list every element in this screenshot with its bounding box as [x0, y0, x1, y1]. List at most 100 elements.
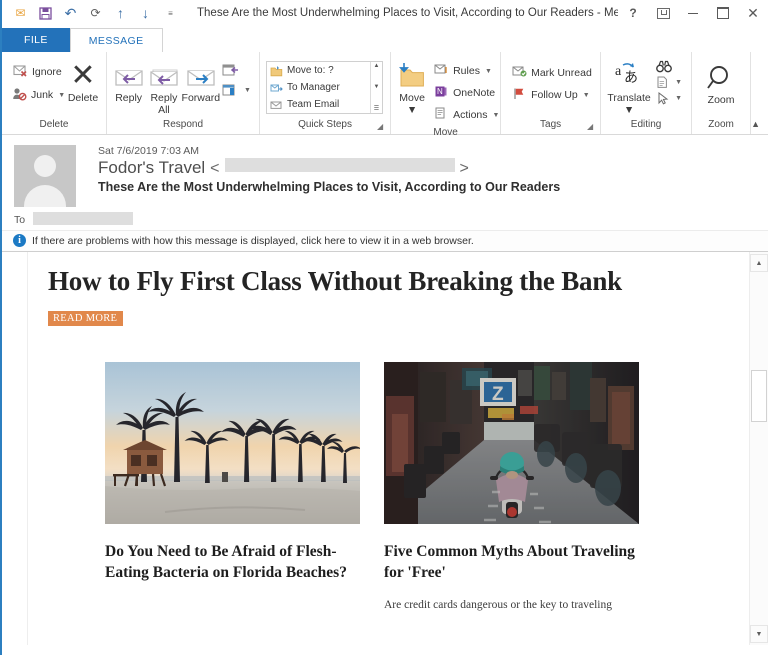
more-icon[interactable]: ☰ — [374, 105, 379, 112]
more-respond-icon[interactable]: ▼ — [220, 83, 253, 97]
message-body: How to Fly First Class Without Breaking … — [27, 252, 750, 645]
customize-qat-icon[interactable]: ≡ — [158, 2, 183, 24]
ribbon-tabs: FILE MESSAGE — [2, 26, 768, 52]
recipient-row: To — [2, 207, 768, 230]
translate-button[interactable]: aあ Translate ▼ — [604, 58, 654, 116]
help-button[interactable]: ? — [618, 1, 648, 25]
document-select-icon[interactable]: ▼ — [654, 76, 684, 89]
chevron-down-icon[interactable]: ▼ — [58, 89, 65, 102]
maximize-button[interactable] — [708, 1, 738, 25]
redo-icon[interactable]: ⟳ — [83, 2, 108, 24]
scroll-down-icon[interactable]: ▼ — [374, 84, 380, 90]
chevron-down-icon[interactable]: ▼ — [675, 76, 682, 89]
article-title[interactable]: Do You Need to Be Afraid of Flesh-Eating… — [105, 542, 360, 584]
reading-pane-scrollbar[interactable]: ▲ ▼ — [749, 252, 768, 645]
reply-label: Reply — [115, 92, 143, 104]
chevron-down-icon[interactable]: ▼ — [407, 104, 417, 116]
newsletter: How to Fly First Class Without Breaking … — [28, 252, 749, 614]
actions-button[interactable]: Actions ▼ — [429, 105, 503, 125]
ignore-icon — [12, 64, 28, 81]
quick-step-move-to[interactable]: Move to: ? — [267, 62, 382, 79]
chevron-down-icon[interactable]: ▼ — [485, 65, 492, 78]
move-button[interactable]: Move ▼ — [395, 58, 429, 116]
undo-icon[interactable]: ↶ — [58, 2, 83, 24]
angle-open: < — [210, 160, 220, 177]
chevron-down-icon[interactable]: ▼ — [583, 89, 590, 102]
reply-all-label: Reply All — [150, 92, 178, 116]
beach-palm-trees-sunset-photo[interactable] — [105, 362, 360, 525]
article-title[interactable]: Five Common Myths About Traveling for 'F… — [384, 542, 639, 584]
onenote-label: OneNote — [453, 86, 496, 99]
article-cards: Do You Need to Be Afraid of Flesh-Eating… — [48, 362, 729, 614]
quick-step-label: Move to: ? — [287, 65, 334, 76]
ribbon-group-label-tags: Tags ◢ — [540, 119, 595, 132]
envelope-icon[interactable]: ✉ — [8, 2, 33, 24]
scroll-up-icon[interactable]: ▲ — [374, 63, 380, 69]
translate-icon: aあ — [613, 60, 645, 92]
rules-icon — [433, 63, 449, 79]
chevron-down-icon[interactable]: ▼ — [244, 84, 251, 97]
svg-text:あ: あ — [624, 70, 638, 86]
narrow-alley-scooter-rider-photo[interactable]: Z — [384, 362, 639, 525]
forward-icon — [185, 60, 217, 92]
ribbon-group-move: Move ▼ Rules ▼ N OneNote Actions ▼ Move — [390, 52, 503, 138]
previous-item-icon[interactable]: ↑ — [108, 2, 133, 24]
forward-button[interactable]: Forward — [181, 58, 221, 104]
reply-all-icon — [148, 60, 180, 92]
read-more-button[interactable]: READ MORE — [48, 311, 124, 327]
zoom-magnifier-icon — [706, 62, 736, 94]
tab-file[interactable]: FILE — [2, 28, 70, 52]
collapse-ribbon-icon[interactable]: ▲ — [751, 119, 760, 129]
close-button[interactable]: ✕ — [738, 1, 768, 25]
sender-name[interactable]: Fodor's Travel — [98, 158, 205, 178]
scroll-up-button[interactable]: ▲ — [750, 254, 768, 272]
follow-up-label: Follow Up — [531, 88, 578, 101]
quick-steps-gallery[interactable]: Move to: ? To Manager Team Email ▲ ▼ ☰ — [266, 61, 383, 114]
follow-up-button[interactable]: Follow Up ▼ — [507, 85, 596, 105]
ribbon-display-options-icon[interactable] — [648, 1, 678, 25]
meeting-icon[interactable] — [220, 63, 253, 77]
zoom-button[interactable]: Zoom — [698, 60, 744, 106]
reply-button[interactable]: Reply — [111, 58, 146, 104]
quick-step-to-manager[interactable]: To Manager — [267, 79, 382, 96]
ignore-label: Ignore — [32, 66, 62, 78]
quick-steps-scrollbar[interactable]: ▲ ▼ ☰ — [370, 62, 382, 113]
delete-button[interactable]: ✕ Delete — [66, 58, 100, 105]
quick-step-team-email[interactable]: Team Email — [267, 96, 382, 113]
mark-unread-button[interactable]: Mark Unread — [507, 63, 596, 83]
reply-all-button[interactable]: Reply All — [146, 58, 181, 116]
chevron-down-icon[interactable]: ▼ — [493, 109, 500, 122]
find-binoculars-icon[interactable] — [654, 60, 684, 73]
next-item-icon[interactable]: ↓ — [133, 2, 158, 24]
to-label: To — [14, 213, 26, 226]
ribbon-group-label-delete: Delete — [39, 119, 69, 130]
onenote-button[interactable]: N OneNote — [429, 83, 503, 103]
team-email-icon — [270, 101, 282, 109]
pointer-select-icon[interactable]: ▼ — [654, 92, 684, 105]
message-header: Sat 7/6/2019 7:03 AM Fodor's Travel < > … — [2, 135, 768, 252]
title-bar: ✉ ↶ ⟳ ↑ ↓ ≡ These Are the Most Underwhel… — [2, 0, 768, 26]
ignore-button[interactable]: Ignore — [8, 62, 66, 83]
ribbon-group-delete: Ignore Junk ▼ ✕ Delete Delete — [2, 52, 106, 134]
ribbon-group-tags: Mark Unread Follow Up ▼ Tags ◢ — [500, 52, 600, 134]
quick-access-toolbar: ✉ ↶ ⟳ ↑ ↓ ≡ — [8, 2, 183, 24]
chevron-down-icon[interactable]: ▼ — [675, 92, 682, 105]
chevron-down-icon[interactable]: ▼ — [624, 104, 634, 116]
window-controls: ? ✕ — [618, 1, 768, 25]
ribbon-group-zoom: Zoom Zoom — [691, 52, 750, 134]
web-browser-info-bar[interactable]: i If there are problems with how this me… — [2, 230, 768, 252]
zoom-label: Zoom — [707, 94, 735, 106]
save-icon[interactable] — [33, 2, 58, 24]
scroll-down-button[interactable]: ▼ — [750, 625, 768, 643]
tab-message[interactable]: MESSAGE — [69, 28, 163, 52]
ribbon-group-respond: Reply Reply All Forward ▼ Respond — [106, 52, 259, 134]
forward-label: Forward — [181, 92, 221, 104]
rules-button[interactable]: Rules ▼ — [429, 61, 503, 81]
translate-label: Translate — [607, 92, 651, 104]
quick-steps-dialog-launcher[interactable]: ◢ — [375, 122, 385, 132]
minimize-button[interactable] — [678, 1, 708, 25]
ribbon-group-label-quick-steps: Quick Steps ◢ — [298, 119, 385, 132]
scroll-thumb[interactable] — [751, 370, 767, 422]
junk-button[interactable]: Junk ▼ — [8, 85, 66, 106]
tags-dialog-launcher[interactable]: ◢ — [585, 122, 595, 132]
